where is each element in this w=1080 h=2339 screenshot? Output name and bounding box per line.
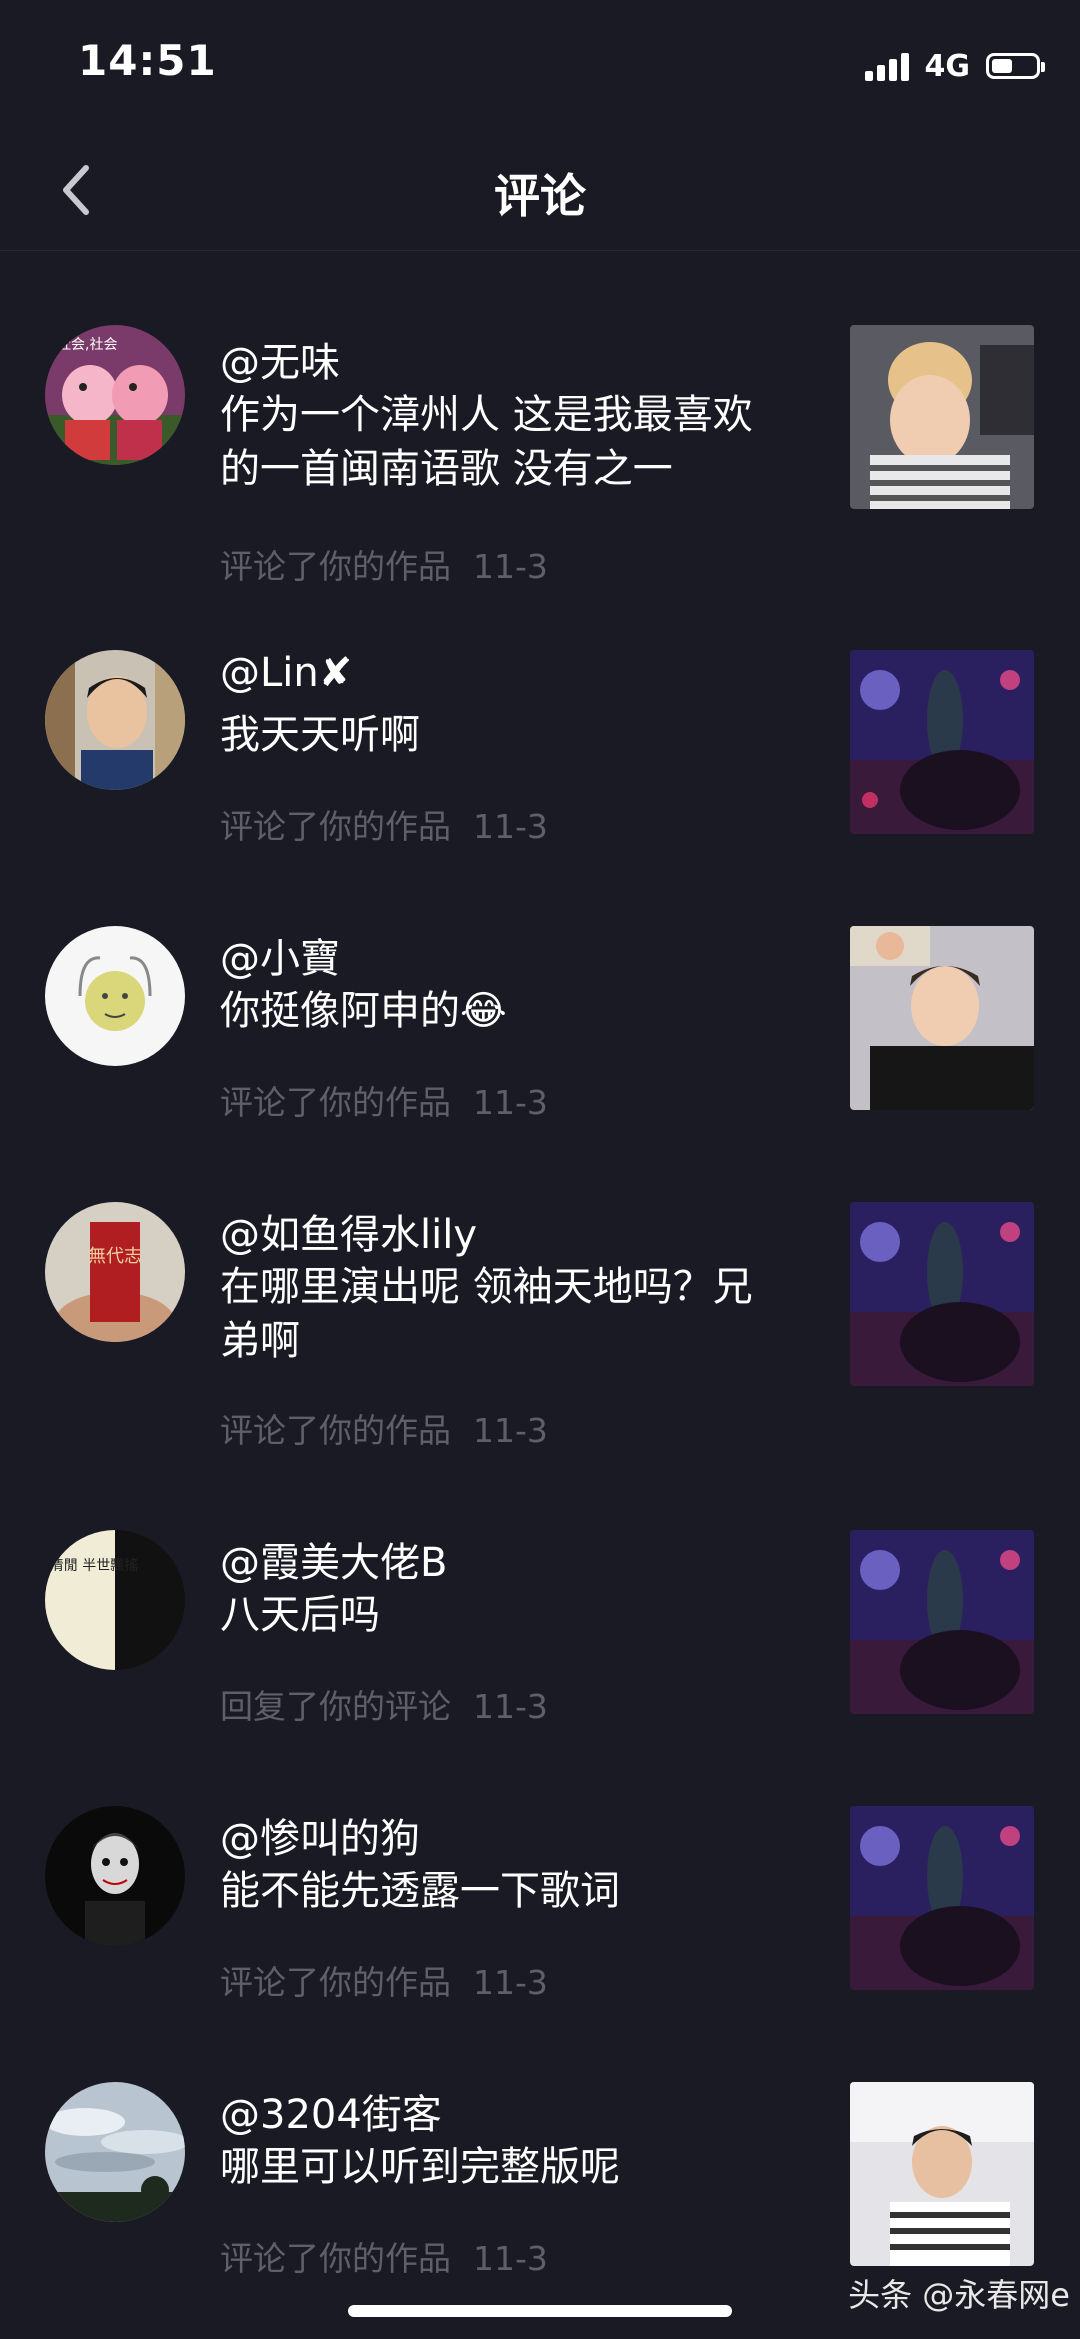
signal-strength-icon	[864, 51, 913, 81]
date: 11-3	[473, 2239, 548, 2278]
avatar[interactable]	[45, 650, 185, 790]
battery-icon	[986, 53, 1045, 79]
video-thumbnail[interactable]	[850, 926, 1034, 1110]
meta-line: 回复了你的评论 11-3	[220, 1680, 548, 1728]
avatar[interactable]	[45, 1806, 185, 1946]
avatar-caption: 社会,社会	[57, 337, 117, 353]
date: 11-3	[473, 1687, 548, 1726]
action-text: 评论了你的作品	[220, 1083, 451, 1122]
avatar[interactable]	[45, 2082, 185, 2222]
network-type: 4G	[924, 48, 971, 84]
comment-text: 你挺像阿申的😂	[220, 988, 507, 1034]
date: 11-3	[473, 1083, 548, 1122]
date: 11-3	[473, 547, 548, 586]
username[interactable]: @3204街客	[220, 2082, 442, 2140]
avatar[interactable]: 無代志	[45, 1202, 185, 1342]
home-indicator[interactable]	[348, 2305, 732, 2317]
comment-text: 哪里可以听到完整版呢	[220, 2144, 620, 2190]
action-text: 评论了你的作品	[220, 1411, 451, 1450]
meta-line: 评论了你的作品 11-3	[220, 2232, 548, 2280]
nav-bar: 评论	[0, 130, 1080, 251]
username[interactable]: @惨叫的狗	[220, 1806, 420, 1864]
action-text: 评论了你的作品	[220, 807, 451, 846]
action-text: 回复了你的评论	[220, 1687, 451, 1726]
date: 11-3	[473, 807, 548, 846]
meta-line: 评论了你的作品 11-3	[220, 540, 548, 588]
comment-text: 在哪里演出呢 领袖天地吗？兄弟啊	[220, 1264, 753, 1364]
username[interactable]: @霞美大佬B	[220, 1530, 447, 1588]
action-text: 评论了你的作品	[220, 1963, 451, 2002]
meta-line: 评论了你的作品 11-3	[220, 1076, 548, 1124]
avatar[interactable]	[45, 926, 185, 1066]
video-thumbnail[interactable]	[850, 650, 1034, 834]
username[interactable]: @如鱼得水lily	[220, 1202, 477, 1260]
avatar[interactable]: 社会,社会	[45, 325, 185, 465]
action-text: 评论了你的作品	[220, 2239, 451, 2278]
comment-text: 八天后吗	[220, 1592, 380, 1638]
avatar-caption: 半世清閒 半世飄搖	[45, 1558, 138, 1574]
meta-line: 评论了你的作品 11-3	[220, 800, 548, 848]
status-time: 14:51	[78, 36, 217, 85]
avatar[interactable]: 半世清閒 半世飄搖	[45, 1530, 185, 1670]
video-thumbnail[interactable]	[850, 1530, 1034, 1714]
username[interactable]: @无味	[220, 330, 340, 388]
avatar-caption: 無代志	[88, 1246, 142, 1267]
video-thumbnail[interactable]	[850, 2082, 1034, 2266]
comment-text: 作为一个漳州人 这是我最喜欢的一首闽南语歌 没有之一	[220, 392, 753, 492]
comment-text: 我天天听啊	[220, 712, 420, 758]
meta-line: 评论了你的作品 11-3	[220, 1956, 548, 2004]
status-indicators: 4G	[864, 46, 1045, 86]
video-thumbnail[interactable]	[850, 1202, 1034, 1386]
watermark: 头条 @永春网e	[848, 2276, 1070, 2314]
video-thumbnail[interactable]	[850, 325, 1034, 509]
date: 11-3	[473, 1411, 548, 1450]
video-thumbnail[interactable]	[850, 1806, 1034, 1990]
username[interactable]: @小寶	[220, 926, 340, 984]
meta-line: 评论了你的作品 11-3	[220, 1404, 548, 1452]
comment-text: 能不能先透露一下歌词	[220, 1868, 620, 1914]
date: 11-3	[473, 1963, 548, 2002]
page-title: 评论	[494, 169, 586, 223]
status-bar: 14:51 4G	[0, 0, 1080, 130]
action-text: 评论了你的作品	[220, 547, 451, 586]
username[interactable]: @Lin✘	[220, 650, 352, 696]
